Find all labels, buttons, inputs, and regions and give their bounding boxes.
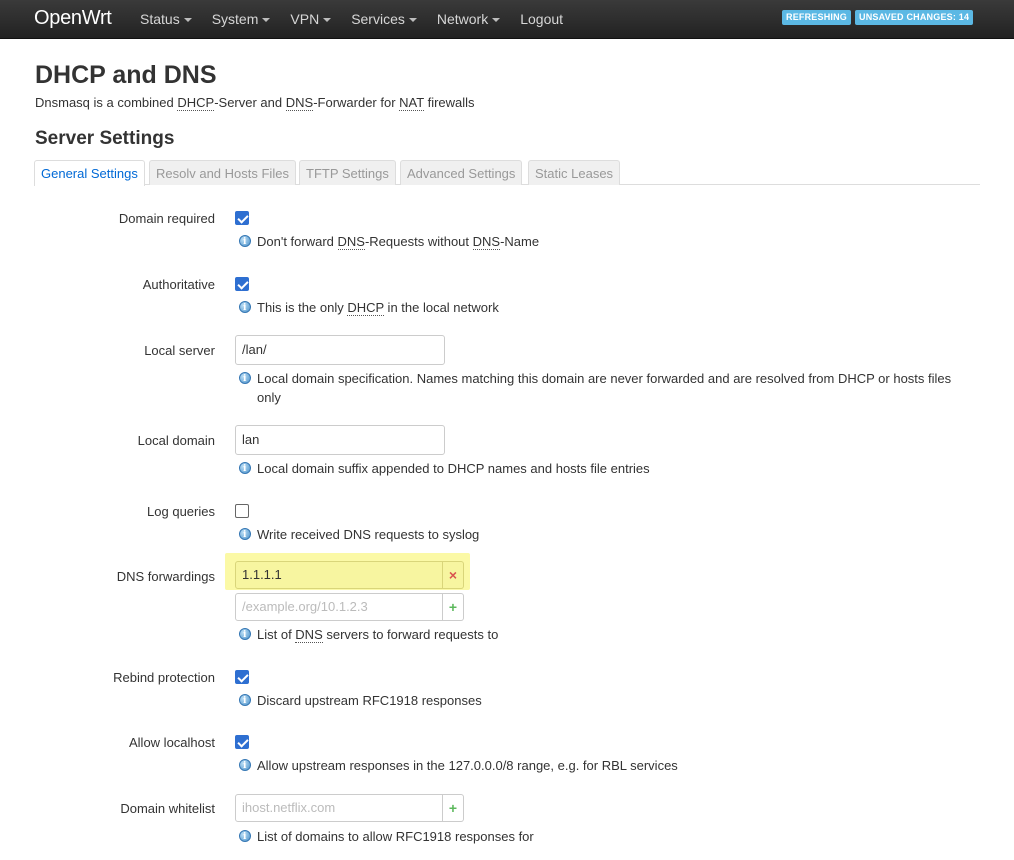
info-icon <box>239 626 251 645</box>
info-icon <box>239 233 251 252</box>
page-title: DHCP and DNS <box>35 61 217 89</box>
remove-entry-button[interactable]: × <box>443 561 464 589</box>
log-queries-checkbox[interactable] <box>235 504 249 518</box>
domain-whitelist-help: List of domains to allow RFC1918 respons… <box>239 827 979 847</box>
info-icon <box>239 828 251 847</box>
help-text: This is the only <box>257 300 348 315</box>
menu-vpn[interactable]: VPN <box>290 0 332 39</box>
info-icon <box>239 460 251 479</box>
tab-advanced-settings[interactable]: Advanced Settings <box>400 160 523 185</box>
main-menu: Status System VPN Services Network Logou… <box>140 0 583 39</box>
abbr-dns: DNS <box>337 234 365 250</box>
help-text: servers to forward requests to <box>322 627 499 642</box>
top-navbar: OpenWrt Status System VPN Services Netwo… <box>0 0 1014 39</box>
allow-localhost-checkbox[interactable] <box>235 735 249 749</box>
chevron-down-icon <box>262 18 271 23</box>
domain-whitelist-label: Domain whitelist <box>120 801 215 816</box>
info-icon <box>239 299 251 318</box>
page-description: Dnsmasq is a combined DHCP-Server and DN… <box>35 95 475 111</box>
help-text: -Requests without <box>364 234 473 249</box>
local-domain-label: Local domain <box>137 433 215 448</box>
info-icon <box>239 526 251 545</box>
help-text: Local domain specification. Names matchi… <box>257 371 952 405</box>
dns-forwarding-entry-input[interactable]: 1.1.1.1 <box>235 561 443 589</box>
menu-system-label: System <box>211 11 259 27</box>
local-domain-input[interactable]: lan <box>235 425 445 455</box>
menu-network-label: Network <box>436 11 489 27</box>
authoritative-label: Authoritative <box>142 277 215 292</box>
unsaved-changes-badge[interactable]: UNSAVED CHANGES: 14 <box>855 10 974 25</box>
log-queries-label: Log queries <box>147 504 215 519</box>
authoritative-help: This is the only DHCP in the local netwo… <box>239 298 979 318</box>
menu-vpn-label: VPN <box>290 11 320 27</box>
abbr-dhcp: DHCP <box>347 300 384 316</box>
chevron-down-icon <box>323 18 332 23</box>
tab-tftp-settings[interactable]: TFTP Settings <box>299 160 396 185</box>
domain-required-label: Domain required <box>118 211 215 226</box>
domain-required-help: Don't forward DNS-Requests without DNS-N… <box>239 232 979 252</box>
dns-forwardings-help: List of DNS servers to forward requests … <box>239 625 979 645</box>
domain-required-checkbox[interactable] <box>235 211 249 225</box>
add-entry-button[interactable]: + <box>443 593 464 621</box>
domain-whitelist-input[interactable]: ihost.netflix.com <box>235 794 443 822</box>
menu-system[interactable]: System <box>212 0 271 39</box>
abbr-dns: DNS <box>295 627 323 643</box>
tab-static-leases[interactable]: Static Leases <box>528 160 621 185</box>
info-icon <box>239 757 251 776</box>
menu-status[interactable]: Status <box>140 0 192 39</box>
local-domain-help: Local domain suffix appended to DHCP nam… <box>239 459 979 479</box>
menu-logout[interactable]: Logout <box>520 0 563 39</box>
menu-logout-label: Logout <box>520 11 564 27</box>
rebind-protection-help: Discard upstream RFC1918 responses <box>239 691 979 711</box>
refreshing-badge[interactable]: REFRESHING <box>782 10 852 25</box>
desc-text: firewalls <box>423 95 475 110</box>
desc-text: -Forwarder for <box>313 95 400 110</box>
help-text: List of domains to allow RFC1918 respons… <box>257 829 534 844</box>
help-text: Allow upstream responses in the 127.0.0.… <box>257 758 678 773</box>
chevron-down-icon <box>183 18 192 23</box>
help-text: List of <box>257 627 296 642</box>
help-text: in the local network <box>383 300 499 315</box>
tab-resolv-hosts-files[interactable]: Resolv and Hosts Files <box>149 160 296 185</box>
menu-status-label: Status <box>140 11 180 27</box>
add-entry-button[interactable]: + <box>443 794 464 822</box>
menu-network[interactable]: Network <box>436 0 501 39</box>
rebind-protection-label: Rebind protection <box>113 670 215 685</box>
allow-localhost-label: Allow localhost <box>129 735 215 750</box>
dns-forwardings-label: DNS forwardings <box>116 569 215 584</box>
abbr-nat: NAT <box>399 95 424 111</box>
settings-tabs: General Settings Resolv and Hosts Files … <box>34 160 980 186</box>
desc-text: Dnsmasq is a combined <box>35 95 178 110</box>
authoritative-checkbox[interactable] <box>235 277 249 291</box>
log-queries-help: Write received DNS requests to syslog <box>239 525 979 545</box>
brand-logo[interactable]: OpenWrt <box>34 7 112 30</box>
dns-forwarding-new-input[interactable]: /example.org/10.1.2.3 <box>235 593 443 621</box>
chevron-down-icon <box>492 18 501 23</box>
menu-services[interactable]: Services <box>351 0 417 39</box>
local-server-help: Local domain specification. Names matchi… <box>239 369 979 407</box>
allow-localhost-help: Allow upstream responses in the 127.0.0.… <box>239 756 979 776</box>
help-text: Local domain suffix appended to DHCP nam… <box>257 461 650 476</box>
chevron-down-icon <box>408 18 417 23</box>
info-icon <box>239 692 251 711</box>
help-text: -Name <box>500 234 540 249</box>
info-icon <box>239 370 251 389</box>
abbr-dns: DNS <box>472 234 501 250</box>
desc-text: -Server and <box>214 95 286 110</box>
local-server-label: Local server <box>144 343 215 358</box>
help-text: Don't forward <box>257 234 338 249</box>
tab-general-settings[interactable]: General Settings <box>34 160 145 186</box>
help-text: Write received DNS requests to syslog <box>257 527 480 542</box>
abbr-dhcp: DHCP <box>177 95 215 111</box>
menu-services-label: Services <box>351 11 405 27</box>
rebind-protection-checkbox[interactable] <box>235 670 249 684</box>
section-title: Server Settings <box>35 128 175 149</box>
local-server-input[interactable]: /lan/ <box>235 335 445 365</box>
abbr-dns: DNS <box>285 95 314 111</box>
help-text: Discard upstream RFC1918 responses <box>257 693 482 708</box>
